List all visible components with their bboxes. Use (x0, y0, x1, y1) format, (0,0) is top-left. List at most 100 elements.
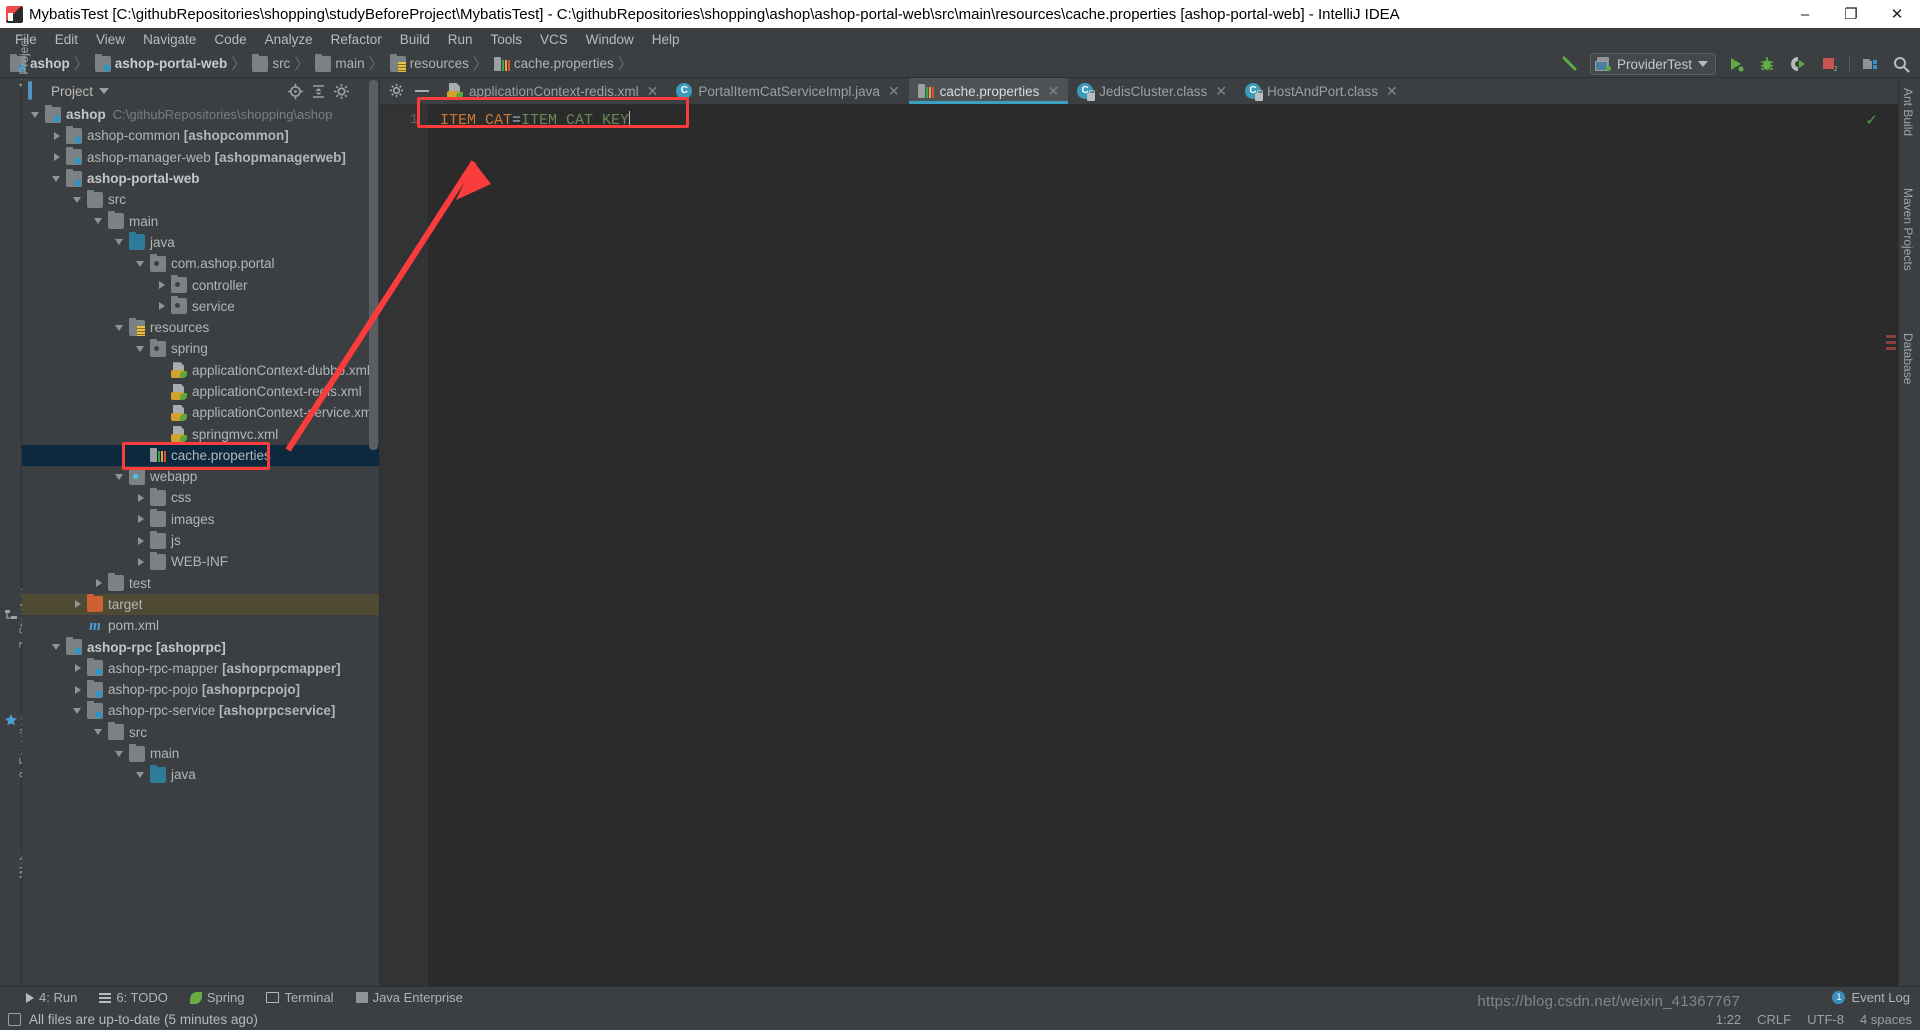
tool-window-button-terminal[interactable]: Terminal (266, 990, 334, 1005)
chevron-right-icon[interactable] (135, 513, 147, 525)
close-icon[interactable]: ✕ (1047, 83, 1059, 100)
editor-tab-jediscluster-class[interactable]: C JedisCluster.class ✕ (1068, 78, 1236, 104)
menu-item-view[interactable]: View (87, 30, 134, 49)
tree-node-com.ashop.portal[interactable]: com.ashop.portal (22, 253, 379, 274)
chevron-down-icon[interactable] (51, 641, 63, 653)
sidebar-item-ant-build[interactable]: Ant Build (1901, 88, 1915, 136)
close-icon[interactable]: ✕ (1215, 83, 1227, 100)
tree-node-java[interactable]: java (22, 764, 379, 785)
tree-node-ashop-manager-web[interactable]: ashop-manager-web [ashopmanagerweb] (22, 147, 379, 168)
chevron-right-icon[interactable] (51, 130, 63, 142)
inspection-ok-icon[interactable]: ✓ (1865, 111, 1878, 129)
menu-item-code[interactable]: Code (205, 30, 255, 49)
chevron-down-icon[interactable] (135, 343, 147, 355)
editor-tab-applicationcontext-redis-xml[interactable]: applicationContext-redis.xml ✕ (438, 78, 667, 104)
breadcrumb-item-main[interactable]: main (311, 50, 366, 78)
caret-position[interactable]: 1:22 (1716, 1012, 1741, 1027)
breadcrumb-item-cache-properties[interactable]: cache.properties (490, 50, 616, 78)
editor-tab-cache-properties[interactable]: cache.properties ✕ (908, 78, 1069, 104)
build-hammer-icon[interactable] (1559, 53, 1581, 75)
chevron-right-icon[interactable] (72, 598, 84, 610)
project-view-chevron-down-icon[interactable] (99, 88, 110, 94)
tool-window-button-4--run[interactable]: 4: Run (26, 990, 77, 1005)
chevron-right-icon[interactable] (135, 535, 147, 547)
tree-node-test[interactable]: test (22, 573, 379, 594)
menu-item-edit[interactable]: Edit (46, 30, 87, 49)
close-button[interactable]: ✕ (1874, 0, 1920, 28)
breadcrumb-item-ashop-portal-web[interactable]: ashop-portal-web (91, 50, 230, 78)
line-separator[interactable]: CRLF (1757, 1012, 1791, 1027)
hide-editor-icon[interactable] (415, 90, 429, 92)
menu-item-navigate[interactable]: Navigate (134, 30, 205, 49)
tree-node-springmvc.xml[interactable]: springmvc.xml (22, 423, 379, 444)
chevron-down-icon[interactable] (114, 748, 126, 760)
tree-node-images[interactable]: images (22, 509, 379, 530)
locate-icon[interactable] (287, 83, 304, 100)
chevron-right-icon[interactable] (93, 577, 105, 589)
tree-node-ashop-rpc[interactable]: ashop-rpc [ashoprpc] (22, 636, 379, 657)
run-configuration-selector[interactable]: ProviderTest (1589, 53, 1716, 75)
chevron-down-icon[interactable] (93, 726, 105, 738)
tree-node-css[interactable]: css (22, 487, 379, 508)
chevron-down-icon[interactable] (114, 236, 126, 248)
chevron-down-icon[interactable] (72, 194, 84, 206)
tree-node-src[interactable]: src (22, 722, 379, 743)
tree-node-applicationcontext-dubbo.xml[interactable]: applicationContext-dubbo.xml (22, 360, 379, 381)
star-icon[interactable] (4, 713, 18, 727)
sidebar-item-database[interactable]: Database (1901, 333, 1915, 384)
tree-node-webapp[interactable]: webapp (22, 466, 379, 487)
stop-button[interactable]: 2 (1818, 53, 1840, 75)
tree-node-applicationcontext-redis.xml[interactable]: applicationContext-redis.xml (22, 381, 379, 402)
editor-tab-portalitemcatserviceimpl-java[interactable]: C PortalItemCatServiceImpl.java ✕ (667, 78, 908, 104)
chevron-down-icon[interactable] (30, 109, 42, 121)
chevron-down-icon[interactable] (114, 471, 126, 483)
chevron-down-icon[interactable] (135, 258, 147, 270)
tool-window-button-spring[interactable]: Spring (189, 990, 244, 1005)
code-content[interactable]: ITEM_CAT=ITEM_CAT_KEY (428, 105, 1898, 986)
chevron-right-icon[interactable] (51, 151, 63, 163)
tree-node-js[interactable]: js (22, 530, 379, 551)
chevron-right-icon[interactable] (72, 662, 84, 674)
menu-item-build[interactable]: Build (391, 30, 439, 49)
tree-node-ashop[interactable]: ashop C:\githubRepositories\shopping\asho… (22, 104, 379, 125)
settings-gear-icon[interactable] (333, 83, 350, 100)
tree-node-controller[interactable]: controller (22, 274, 379, 295)
menu-item-run[interactable]: Run (439, 30, 482, 49)
chevron-right-icon[interactable] (72, 684, 84, 696)
chevron-right-icon[interactable] (135, 556, 147, 568)
close-icon[interactable]: ✕ (888, 83, 900, 100)
project-tree[interactable]: ashop C:\githubRepositories\shopping\asho… (22, 104, 379, 986)
chevron-right-icon[interactable] (135, 492, 147, 504)
file-encoding[interactable]: UTF-8 (1807, 1012, 1844, 1027)
editor-tab-hostandport-class[interactable]: C HostAndPort.class ✕ (1236, 78, 1407, 104)
menu-item-refactor[interactable]: Refactor (322, 30, 391, 49)
tree-node-applicationcontext-service.xml[interactable]: applicationContext-service.xml (22, 402, 379, 423)
run-button[interactable] (1725, 53, 1747, 75)
event-log-button[interactable]: 1 Event Log (1832, 990, 1910, 1005)
run-coverage-button[interactable] (1787, 53, 1809, 75)
chevron-down-icon[interactable] (114, 322, 126, 334)
tree-node-src[interactable]: src (22, 189, 379, 210)
menu-item-tools[interactable]: Tools (482, 30, 532, 49)
chevron-down-icon[interactable] (93, 215, 105, 227)
chevron-right-icon[interactable] (156, 279, 168, 291)
minimize-button[interactable]: – (1782, 0, 1828, 28)
menu-item-help[interactable]: Help (643, 30, 689, 49)
breadcrumb-item-src[interactable]: src (248, 50, 292, 78)
tree-node-target[interactable]: target (22, 593, 379, 616)
tree-node-ashop-common[interactable]: ashop-common [ashopcommon] (22, 125, 379, 146)
debug-button[interactable] (1756, 53, 1778, 75)
tree-node-ashop-rpc-mapper[interactable]: ashop-rpc-mapper [ashoprpcmapper] (22, 658, 379, 679)
close-icon[interactable]: ✕ (1386, 83, 1398, 100)
tree-node-spring[interactable]: spring (22, 338, 379, 359)
project-structure-button[interactable] (1859, 53, 1881, 75)
chevron-down-icon[interactable] (51, 173, 63, 185)
collapse-all-icon[interactable] (310, 83, 327, 100)
menu-item-analyze[interactable]: Analyze (256, 30, 322, 49)
settings-gear-icon[interactable] (389, 83, 406, 100)
breadcrumb-item-resources[interactable]: resources (386, 50, 471, 78)
chevron-right-icon[interactable] (156, 300, 168, 312)
tree-node-service[interactable]: service (22, 296, 379, 317)
tool-window-button-6--todo[interactable]: 6: TODO (99, 990, 168, 1005)
project-tree-scrollbar[interactable] (369, 80, 378, 450)
